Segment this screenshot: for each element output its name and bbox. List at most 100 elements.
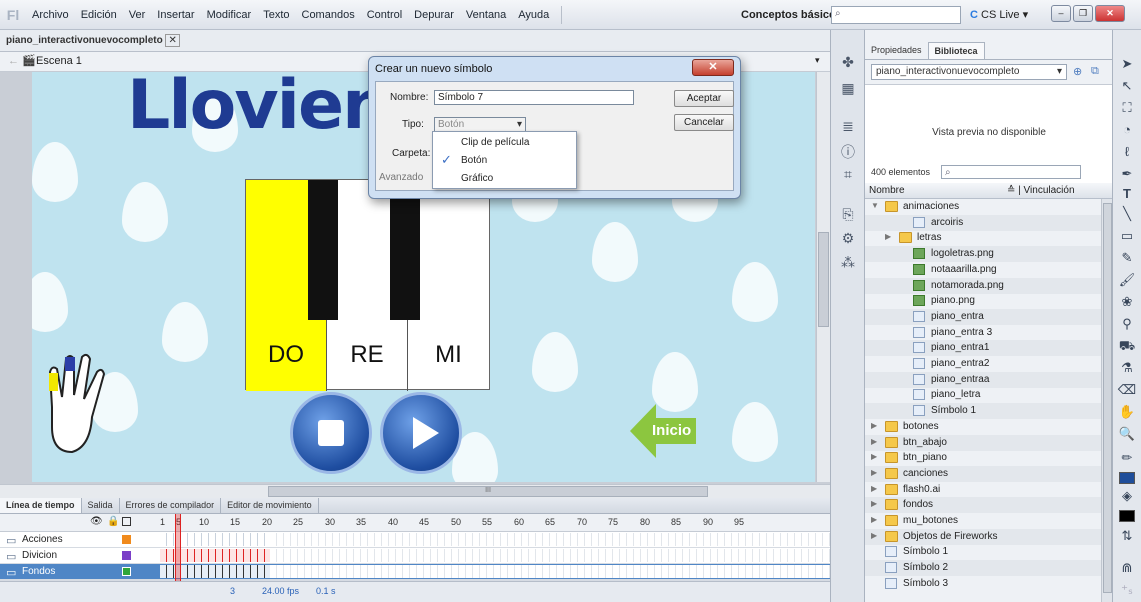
library-search-input[interactable]: ⌕ (941, 165, 1081, 179)
menu-insertar[interactable]: Insertar (151, 9, 200, 21)
smooth-icon[interactable]: ⁺ₛ (1117, 582, 1137, 602)
info-icon[interactable]: ⓘ (839, 142, 857, 160)
pencil-tool-icon[interactable]: ✎ (1117, 250, 1137, 270)
library-item[interactable]: ▶ btn_piano (865, 450, 1101, 466)
tab-compiler-errors[interactable]: Errores de compilador (120, 498, 222, 513)
outline-icon[interactable] (122, 517, 131, 526)
bone-tool-icon[interactable]: ⚲ (1117, 316, 1137, 336)
close-tab-icon[interactable]: ✕ (165, 34, 180, 47)
library-item[interactable]: ▶ mu_botones (865, 513, 1101, 529)
menu-control[interactable]: Control (361, 9, 408, 21)
fill-color-swatch[interactable] (1119, 510, 1135, 522)
scroll-thumb[interactable] (818, 232, 829, 327)
frame-number[interactable]: 85 (671, 517, 681, 527)
new-library-icon[interactable]: ⧉ (1091, 65, 1099, 78)
pen-tool-icon[interactable]: ✒ (1117, 166, 1137, 186)
rectangle-tool-icon[interactable]: ▭ (1117, 228, 1137, 248)
stop-button[interactable] (290, 392, 372, 474)
swatches-icon[interactable]: ⁂ (839, 254, 857, 272)
frame-number[interactable]: 75 (608, 517, 618, 527)
menu-comandos[interactable]: Comandos (296, 9, 361, 21)
pin-icon[interactable]: ⊕ (1073, 65, 1082, 78)
menu-ventana[interactable]: Ventana (460, 9, 512, 21)
layer-frame-grid[interactable] (270, 565, 830, 578)
frame-number[interactable]: 25 (293, 517, 303, 527)
library-item[interactable]: piano_letra (865, 387, 1101, 403)
stroke-color-swatch[interactable] (1119, 472, 1135, 484)
color-grid-icon[interactable]: ▦ (839, 80, 857, 98)
time-readout[interactable]: 0.1 s (316, 586, 336, 596)
components-icon[interactable]: ⚙ (839, 230, 857, 248)
layer-row-selected[interactable]: ▭ Fondos (0, 564, 830, 580)
option-movie-clip[interactable]: Clip de película (461, 137, 529, 148)
library-item[interactable]: logoletras.png (865, 246, 1101, 263)
library-item[interactable]: ▶ letras (865, 230, 1101, 246)
symbol-name-input[interactable]: Símbolo 7 (434, 90, 634, 105)
library-item[interactable]: arcoiris (865, 214, 1101, 231)
scroll-thumb[interactable]: III (268, 486, 708, 497)
expand-arrow-icon[interactable]: ▶ (871, 499, 877, 508)
expand-arrow-icon[interactable]: ▶ (871, 452, 877, 461)
help-search-input[interactable]: ⌕ (831, 6, 961, 24)
library-item[interactable]: Símbolo 3 (865, 576, 1101, 592)
piano-black-key[interactable] (390, 180, 420, 320)
tab-library[interactable]: Biblioteca (927, 42, 985, 59)
frame-number[interactable]: 90 (703, 517, 713, 527)
frame-number[interactable]: 35 (356, 517, 366, 527)
frame-number[interactable]: 10 (199, 517, 209, 527)
deco-tool-icon[interactable]: ❀ (1117, 294, 1137, 314)
snap-magnet-icon[interactable]: ⋒ (1117, 560, 1137, 580)
layer-color-swatch[interactable] (122, 567, 131, 576)
library-document-select[interactable]: piano_interactivonuevocompleto ▾ (871, 64, 1067, 80)
ok-button[interactable]: Aceptar (674, 90, 734, 107)
zoom-dropdown-arrow[interactable]: ▾ (815, 55, 820, 66)
frame-number[interactable]: 40 (388, 517, 398, 527)
frame-number[interactable]: 55 (482, 517, 492, 527)
brush-tool-icon[interactable]: 🖌 (1117, 272, 1137, 292)
eraser-tool-icon[interactable]: ⌫ (1117, 382, 1137, 402)
expand-arrow-icon[interactable]: ▶ (885, 232, 891, 241)
frame-number[interactable]: 70 (577, 517, 587, 527)
library-item[interactable]: ▶ btn_abajo (865, 434, 1101, 451)
menu-ayuda[interactable]: Ayuda (512, 9, 555, 21)
code-snippets-icon[interactable]: ⎘ (839, 206, 857, 224)
back-arrow-icon[interactable]: ← (8, 55, 19, 67)
eyedropper-tool-icon[interactable]: ⚗ (1117, 360, 1137, 380)
column-name[interactable]: Nombre (869, 185, 905, 196)
option-graphic[interactable]: Gráfico (461, 173, 493, 184)
collapse-arrow-icon[interactable]: ▼ (871, 201, 879, 210)
menu-archivo[interactable]: Archivo (26, 9, 75, 21)
paint-bucket-tool-icon[interactable]: ⛟ (1117, 338, 1137, 358)
scene-label[interactable]: Escena 1 (36, 55, 82, 67)
menu-edición[interactable]: Edición (75, 9, 123, 21)
tab-properties[interactable]: Propiedades (865, 42, 928, 59)
eye-icon[interactable]: 👁 (90, 516, 103, 527)
expand-arrow-icon[interactable]: ▶ (871, 468, 877, 477)
transform-icon[interactable]: ⌗ (839, 166, 857, 184)
frame-number[interactable]: 45 (419, 517, 429, 527)
close-window-button[interactable]: ✕ (1095, 5, 1125, 22)
expand-arrow-icon[interactable]: ▶ (871, 421, 877, 430)
frame-readout[interactable]: 3 (230, 586, 235, 596)
fps-readout[interactable]: 24.00 fps (262, 586, 299, 596)
stage-horizontal-scrollbar[interactable]: III (0, 484, 830, 498)
frame-number[interactable]: 20 (262, 517, 272, 527)
subselection-tool-icon[interactable]: ↖ (1117, 78, 1137, 98)
lasso-tool-icon[interactable]: ℓ (1117, 144, 1137, 164)
frame-number[interactable]: 65 (545, 517, 555, 527)
menu-texto[interactable]: Texto (257, 9, 295, 21)
inicio-button[interactable]: Inicio (630, 404, 696, 458)
menu-ver[interactable]: Ver (123, 9, 152, 21)
library-item[interactable]: ▼ animaciones (865, 199, 1101, 215)
library-item[interactable]: piano.png (865, 293, 1101, 309)
library-item[interactable]: piano_entra (865, 308, 1101, 325)
frame-number[interactable]: 95 (734, 517, 744, 527)
type-select[interactable]: Botón ▾ (434, 117, 526, 132)
cancel-button[interactable]: Cancelar (674, 114, 734, 131)
stage-vertical-scrollbar[interactable] (816, 72, 830, 482)
hand-tool-icon[interactable]: ✋ (1117, 404, 1137, 424)
library-item[interactable]: Símbolo 1 (865, 544, 1101, 560)
tab-timeline[interactable]: Línea de tiempo (0, 498, 82, 513)
selection-tool-icon[interactable]: ➤ (1117, 56, 1137, 76)
layer-row[interactable]: ▭ Divicion (0, 548, 830, 564)
